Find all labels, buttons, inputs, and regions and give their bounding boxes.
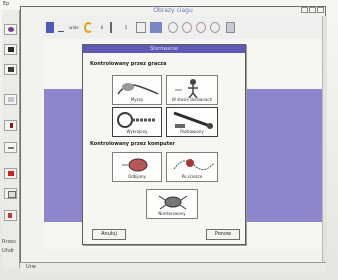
option-crab[interactable]: Niesterowany (146, 189, 198, 219)
option-person[interactable]: W stosie dorownach (166, 75, 218, 105)
top-toolbar: wide 6 5 (44, 16, 326, 40)
person-icon (170, 78, 214, 99)
circle-1-icon[interactable] (168, 22, 178, 33)
option-conveyor[interactable]: Pozbawiony (166, 107, 218, 137)
layer-tool-icon[interactable] (4, 64, 17, 75)
minimize-button[interactable] (301, 7, 308, 13)
circle-2-icon[interactable] (182, 22, 192, 33)
cancel-button[interactable]: Anuluj (92, 229, 126, 240)
link-tool-icon[interactable] (4, 120, 17, 131)
option-barrel[interactable]: Odbijany (112, 152, 162, 182)
option-conveyor-label: Pozbawiony (180, 129, 204, 134)
vertical-scrollbar[interactable] (322, 16, 327, 262)
dialog-title: Sterowanie (83, 45, 245, 53)
section-computer-label: Kontrolowany przez komputer (90, 141, 175, 147)
window-titlebar: Obrazy ciagu (20, 6, 326, 15)
toolbar-item-6[interactable]: 6 (98, 22, 106, 33)
left-toolbar: Ep Rrzes Uhdr (2, 1, 20, 268)
flag-tool-icon[interactable] (4, 210, 17, 221)
option-crab-label: Niesterowany (158, 211, 186, 216)
option-mouse[interactable]: Myszy (112, 75, 162, 105)
status-label: Urw (26, 264, 36, 270)
color-tool-icon[interactable] (4, 168, 17, 179)
left-label-1: Rrzes (2, 239, 16, 245)
option-path-label: Po sciezce (181, 174, 203, 179)
option-wheel-chain[interactable]: Wykrojony (112, 107, 162, 137)
arrow-icon[interactable] (58, 26, 64, 32)
barrel-icon (116, 155, 158, 173)
option-person-label: W stosie dorownach (171, 97, 213, 102)
frame-tool-icon[interactable] (4, 44, 17, 55)
option-barrel-label: Odbijany (128, 174, 146, 179)
ok-button[interactable]: Ponow (206, 229, 240, 240)
wheel-chain-icon (116, 110, 158, 128)
fill-tool-icon[interactable] (4, 142, 17, 153)
maximize-button[interactable] (309, 7, 316, 13)
close-button[interactable] (317, 7, 324, 13)
window-title: Obrazy ciagu (153, 7, 193, 14)
top-left-label: Ep (3, 1, 10, 7)
crab-icon (150, 192, 194, 210)
path-icon (170, 155, 215, 173)
selected-frame-icon[interactable] (150, 22, 162, 33)
status-bar: Urw (20, 262, 326, 273)
option-path[interactable]: Po sciezce (166, 152, 218, 182)
toolbar-item-wide[interactable]: wide (68, 22, 80, 33)
toolbar-item-5[interactable]: 5 (122, 22, 130, 33)
conveyor-icon (170, 110, 214, 129)
frame-button-icon[interactable] (136, 22, 146, 33)
option-mouse-label: Myszy (130, 97, 144, 102)
circle-3-icon[interactable] (196, 22, 206, 33)
mouse-icon (116, 78, 159, 96)
rotate-icon[interactable] (84, 22, 93, 33)
options-icon[interactable] (226, 22, 235, 33)
cursor-icon[interactable] (110, 22, 118, 33)
paint-tool-icon[interactable] (4, 24, 17, 35)
circle-4-icon[interactable] (210, 22, 220, 33)
object-tool-icon[interactable] (4, 94, 17, 105)
option-wheel-chain-label: Wykrojony (126, 129, 148, 134)
section-player-label: Kontrolowany przez gracza (90, 61, 167, 67)
left-label-2: Uhdr (2, 248, 15, 254)
play-icon[interactable] (46, 22, 54, 33)
text-tool-icon[interactable] (4, 188, 17, 199)
